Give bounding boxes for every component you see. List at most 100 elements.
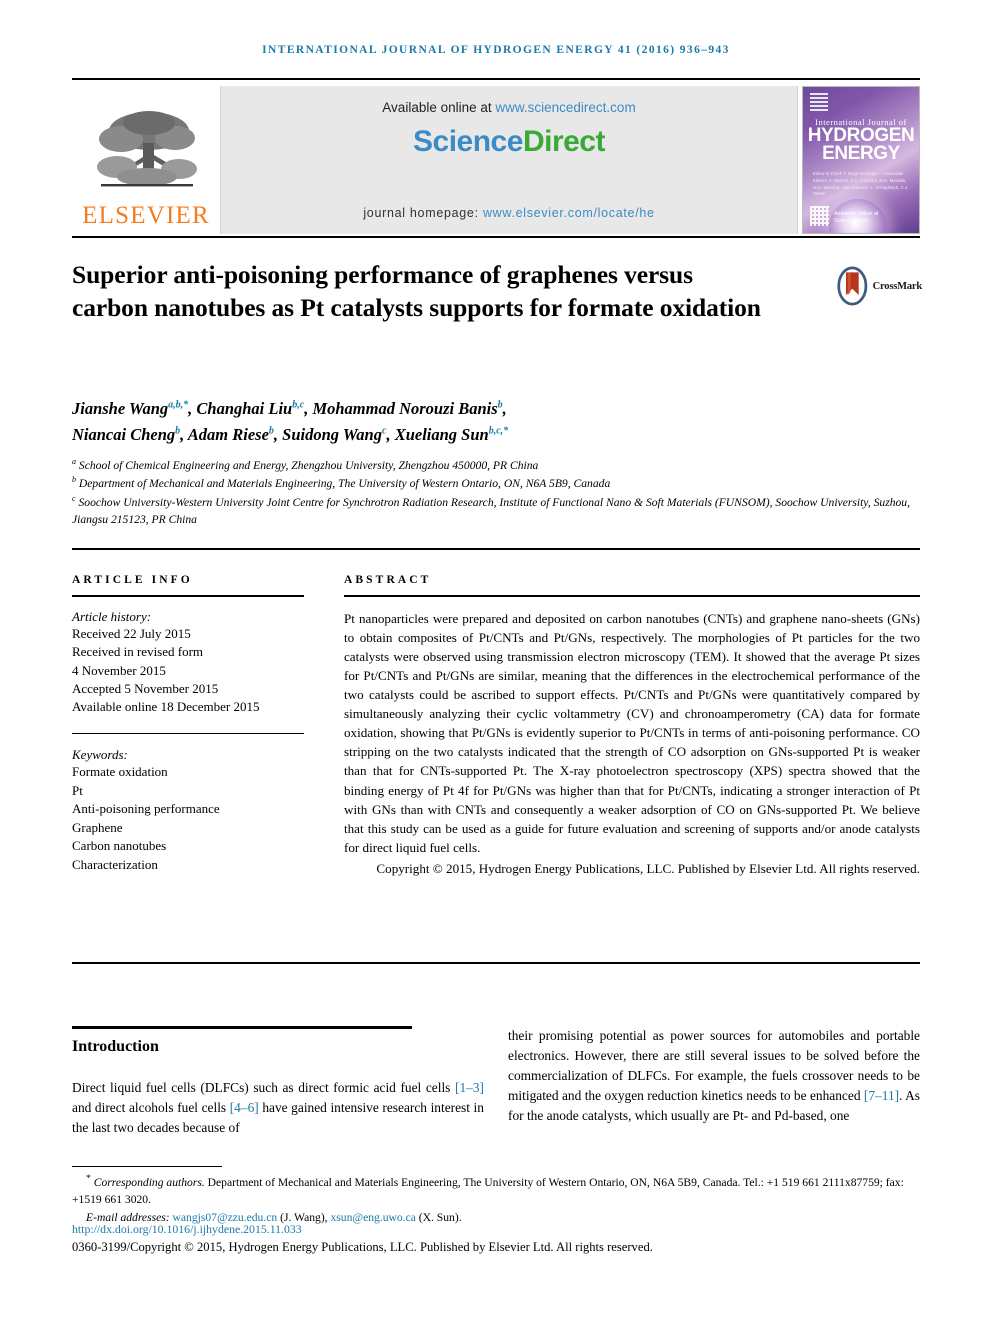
abstract-heading: ABSTRACT xyxy=(344,574,432,586)
header-rule xyxy=(72,78,920,80)
elsevier-tree-icon xyxy=(97,111,197,187)
affiliation-text: School of Chemical Engineering and Energ… xyxy=(78,458,539,472)
cover-barcode-icon xyxy=(810,206,829,226)
introduction-paragraph: Direct liquid fuel cells (DLFCs) such as… xyxy=(72,1078,484,1138)
article-history-item: Available online 18 December 2015 xyxy=(72,699,260,715)
affiliation-text: Soochow University-Western University Jo… xyxy=(72,495,911,527)
sciencedirect-logo[interactable]: ScienceDirect xyxy=(413,125,605,159)
available-online-line: Available online at www.sciencedirect.co… xyxy=(382,100,635,115)
journal-homepage-url[interactable]: www.elsevier.com/locate/he xyxy=(483,206,655,220)
email-link-2[interactable]: xsun@eng.uwo.ca xyxy=(330,1211,415,1224)
journal-cover-thumbnail: International Journal of HYDROGEN ENERGY… xyxy=(802,86,920,234)
corresponding-author-note: * Corresponding authors. Department of M… xyxy=(72,1172,920,1209)
author-name: Mohammad Norouzi Banis xyxy=(312,399,498,418)
cover-editors-text: Editor-in-Chief: T. Nejat Veziroglu — As… xyxy=(813,171,909,197)
doi-link[interactable]: http://dx.doi.org/10.1016/j.ijhydene.201… xyxy=(72,1222,302,1237)
author-affil-marker[interactable]: b xyxy=(498,400,503,411)
author-affil-marker[interactable]: b,c,* xyxy=(489,426,508,437)
footnote-rule xyxy=(72,1166,222,1168)
introduction-rule xyxy=(72,1026,412,1029)
affiliation-marker: b xyxy=(72,475,76,485)
author-affil-marker[interactable]: b,c xyxy=(292,400,304,411)
crossmark-label: CrossMark xyxy=(872,280,923,292)
affiliation-marker: c xyxy=(72,493,76,503)
keyword-item: Graphene xyxy=(72,819,123,835)
cover-footer: Available online at ScienceDirect xyxy=(810,206,910,226)
masthead-bottom-rule xyxy=(72,236,920,238)
body-column-left: Introduction Direct liquid fuel cells (D… xyxy=(72,1038,484,1138)
article-info-rule xyxy=(72,595,304,597)
sciencedirect-logo-science: Science xyxy=(413,125,523,158)
body-text-part: their promising potential as power sourc… xyxy=(508,1028,920,1104)
corresponding-marker: * xyxy=(86,1173,91,1184)
available-online-label: Available online at xyxy=(382,100,496,115)
author-name: Suidong Wang xyxy=(282,425,382,445)
journal-homepage-label: journal homepage: xyxy=(363,206,483,220)
body-column-right: their promising potential as power sourc… xyxy=(508,1026,920,1127)
author-name: Adam Riese xyxy=(187,425,269,445)
affiliation-text: Department of Mechanical and Materials E… xyxy=(78,477,611,491)
citation-link[interactable]: [4–6] xyxy=(230,1100,259,1115)
intro-text-part: Direct liquid fuel cells (DLFCs) such as… xyxy=(72,1080,455,1095)
author-affil-marker[interactable]: a,b,* xyxy=(168,400,188,411)
article-history-item: Accepted 5 November 2015 xyxy=(72,680,219,696)
keyword-item: Pt xyxy=(72,782,83,798)
cover-title-line2: HYDROGEN ENERGY xyxy=(803,126,919,165)
article-history-item: Received 22 July 2015 xyxy=(72,625,191,641)
corresponding-label: Corresponding authors. xyxy=(93,1175,205,1189)
crossmark-badge[interactable]: CrossMark xyxy=(836,262,922,310)
sciencedirect-url[interactable]: www.sciencedirect.com xyxy=(495,100,635,115)
elsevier-wordmark: ELSEVIER xyxy=(82,202,210,229)
author-affil-marker[interactable]: b xyxy=(175,426,180,437)
cover-sciencedirect-text: Available online at ScienceDirect xyxy=(834,210,879,225)
keywords-rule xyxy=(72,732,304,735)
body-paragraph-continued: their promising potential as power sourc… xyxy=(508,1026,920,1127)
abstract-copyright: Copyright © 2015, Hydrogen Energy Public… xyxy=(376,861,920,877)
elsevier-logo: ELSEVIER xyxy=(72,86,220,234)
journal-article-page: International Journal of Hydrogen Energy… xyxy=(0,0,992,1323)
masthead: ELSEVIER Available online at www.science… xyxy=(72,86,920,234)
affiliation-marker: a xyxy=(72,457,76,466)
footnote-block: * Corresponding authors. Department of M… xyxy=(72,1172,920,1227)
affiliations-bottom-rule xyxy=(72,548,920,550)
email-owner-2: (X. Sun). xyxy=(415,1211,462,1225)
sciencedirect-logo-direct: Direct xyxy=(522,125,606,158)
keyword-item: Formate oxidation xyxy=(72,764,168,780)
article-history-label: Article history: xyxy=(72,608,152,624)
crossmark-icon xyxy=(837,266,868,306)
issn-copyright-line: 0360-3199/Copyright © 2015, Hydrogen Ene… xyxy=(72,1240,653,1254)
citation-link[interactable]: [1–3] xyxy=(455,1080,484,1095)
abstract-rule xyxy=(344,595,920,597)
keyword-item: Anti-poisoning performance xyxy=(72,801,220,817)
abstract-bottom-rule xyxy=(72,962,920,964)
affiliation-item: b Department of Mechanical and Materials… xyxy=(72,474,920,492)
author-affil-marker[interactable]: b xyxy=(269,426,274,437)
introduction-heading: Introduction xyxy=(72,1038,159,1055)
journal-homepage-line: journal homepage: www.elsevier.com/locat… xyxy=(221,206,797,220)
affiliation-list: a School of Chemical Engineering and Ene… xyxy=(72,456,920,529)
author-name: Jianshe Wang xyxy=(72,399,169,418)
keywords-label: Keywords: xyxy=(72,747,128,763)
citation-link[interactable]: [7–11] xyxy=(864,1088,899,1103)
article-history-item: Received in revised form xyxy=(72,644,204,660)
cover-energy-text: ENERGY xyxy=(822,143,900,165)
page-title: Superior anti-poisoning performance of g… xyxy=(72,260,761,323)
author-affil-marker[interactable]: c xyxy=(382,426,386,437)
cover-elsevier-icon xyxy=(810,93,828,113)
running-head: International Journal of Hydrogen Energy… xyxy=(262,44,730,56)
abstract-text: Pt nanoparticles were prepared and depos… xyxy=(344,610,920,855)
affiliation-item: a School of Chemical Engineering and Ene… xyxy=(72,456,920,474)
article-history-item: 4 November 2015 xyxy=(72,662,166,678)
author-name: Changhai Liu xyxy=(196,399,293,418)
author-list: Jianshe Wanga,b,*, Changhai Liub,c, Moha… xyxy=(72,399,509,445)
author-name: Niancai Cheng xyxy=(72,425,176,445)
keyword-item: Carbon nanotubes xyxy=(72,838,167,854)
affiliation-item: c Soochow University-Western University … xyxy=(72,493,920,529)
abstract-column: ABSTRACT Pt nanoparticles were prepared … xyxy=(344,574,920,878)
article-info-column: ARTICLE INFO Article history: Received 2… xyxy=(72,574,304,874)
sciencedirect-band: Available online at www.sciencedirect.co… xyxy=(220,86,798,234)
author-name: Xueliang Sun xyxy=(394,425,489,445)
article-info-heading: ARTICLE INFO xyxy=(72,574,193,586)
keyword-item: Characterization xyxy=(72,856,158,872)
intro-text-part: and direct alcohols fuel cells xyxy=(72,1100,230,1116)
